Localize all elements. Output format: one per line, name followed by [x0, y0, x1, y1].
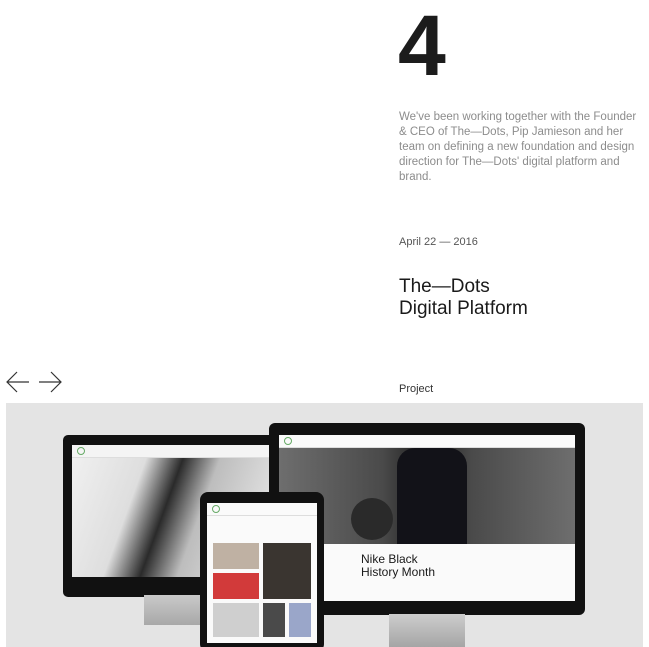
project-title-line-1: The—Dots [399, 276, 490, 297]
project-category: Project [399, 383, 434, 395]
mock-tile [213, 603, 259, 637]
mock-tile [263, 603, 285, 637]
tablet-screen [207, 503, 317, 643]
mock-headline-line-2: History Month [361, 565, 436, 579]
tablet-device [200, 492, 324, 647]
monitor-left-stand [144, 595, 206, 625]
project-description: We've been working together with the Fou… [399, 111, 637, 183]
logo-icon [284, 437, 292, 445]
mock-tile [213, 573, 259, 599]
project-date: April 22 — 2016 [399, 236, 478, 248]
project-number: 4 [398, 0, 446, 94]
project-title[interactable]: The—Dots Digital Platform [399, 276, 639, 320]
slider-navigation [5, 370, 63, 394]
mock-tile [289, 603, 311, 637]
arrow-right-icon [39, 371, 62, 393]
mock-topbar [72, 445, 276, 458]
arrow-left-icon [6, 371, 29, 393]
mock-headline: Nike Black History Month [361, 553, 435, 579]
previous-button[interactable] [5, 370, 31, 394]
mock-tile [213, 543, 259, 569]
next-button[interactable] [37, 370, 63, 394]
basketball-shape [351, 498, 393, 540]
shirt-shape [397, 448, 467, 544]
logo-icon [77, 447, 85, 455]
project-title-line-2: Digital Platform [399, 298, 528, 319]
logo-icon [212, 505, 220, 513]
project-hero-image[interactable]: Nike Black History Month [6, 403, 643, 647]
mock-tile [263, 543, 311, 599]
monitor-right-stand [389, 614, 465, 647]
mock-topbar [279, 435, 575, 448]
mock-topbar [207, 503, 317, 516]
